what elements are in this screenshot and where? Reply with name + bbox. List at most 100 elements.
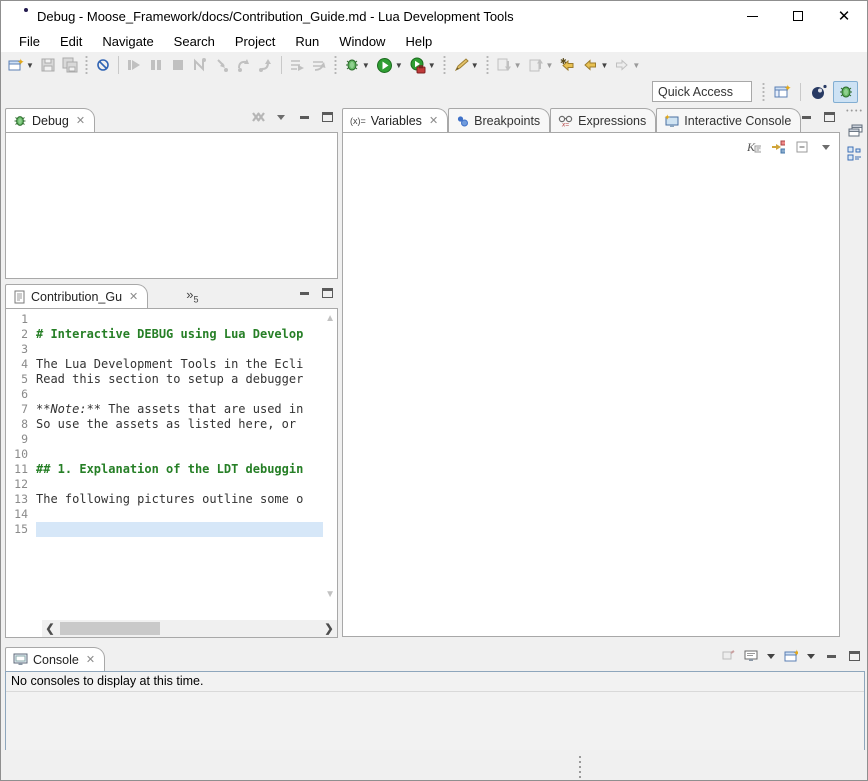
console-minimize-button[interactable] bbox=[824, 649, 838, 663]
console-content[interactable]: No consoles to display at this time. bbox=[5, 671, 865, 751]
editor-line-6[interactable]: 6 bbox=[6, 387, 323, 402]
debug-view-minimize-button[interactable] bbox=[297, 110, 311, 124]
editor-line-9[interactable]: 9 bbox=[6, 432, 323, 447]
editor-line-12[interactable]: 12 bbox=[6, 477, 323, 492]
external-tools-caret[interactable]: ▼ bbox=[428, 61, 436, 70]
console-tab[interactable]: Console ✕ bbox=[5, 647, 105, 671]
editor-line-14[interactable]: 14 bbox=[6, 507, 323, 522]
last-edit-location-button[interactable]: ✱ bbox=[557, 54, 578, 76]
open-console-caret[interactable] bbox=[807, 649, 815, 663]
back-button[interactable]: ▼ bbox=[580, 54, 610, 76]
tab-variables[interactable]: (x)= Variables ✕ bbox=[342, 108, 448, 132]
outline-view-button[interactable] bbox=[847, 146, 863, 161]
save-all-button[interactable] bbox=[60, 54, 80, 76]
open-console-button[interactable]: ✦ bbox=[784, 649, 798, 663]
tab-breakpoints[interactable]: Breakpoints bbox=[448, 108, 550, 132]
menu-file[interactable]: File bbox=[9, 32, 50, 52]
new-wizard-caret[interactable]: ▼ bbox=[26, 61, 34, 70]
trim-drag-handle[interactable]: •••• bbox=[846, 108, 864, 115]
restore-view-button[interactable] bbox=[848, 124, 863, 137]
lua-perspective-button[interactable] bbox=[806, 81, 831, 103]
menu-window[interactable]: Window bbox=[329, 32, 395, 52]
close-button[interactable]: ✕ bbox=[821, 1, 867, 31]
skip-all-breakpoints-button[interactable] bbox=[93, 54, 113, 76]
menu-project[interactable]: Project bbox=[225, 32, 285, 52]
editor-line-8[interactable]: 8So use the assets as listed here, or bbox=[6, 417, 323, 432]
close-icon[interactable]: ✕ bbox=[86, 653, 95, 666]
tab-expressions[interactable]: x= Expressions bbox=[550, 108, 656, 132]
collapse-all-button[interactable] bbox=[795, 140, 809, 154]
next-annotation-button: ▼ bbox=[494, 54, 524, 76]
show-type-names-button[interactable]: K bbox=[747, 140, 761, 154]
run-external-tools-button[interactable]: ▼ bbox=[407, 54, 438, 76]
editor-line-11[interactable]: 11## 1. Explanation of the LDT debuggin bbox=[6, 462, 323, 477]
new-wizard-button[interactable]: ✦ ▼ bbox=[6, 54, 36, 76]
menu-run[interactable]: Run bbox=[285, 32, 329, 52]
editor-line-10[interactable]: 10 bbox=[6, 447, 323, 462]
close-icon[interactable]: ✕ bbox=[76, 114, 85, 127]
editor-maximize-button[interactable] bbox=[320, 286, 334, 300]
toolbar-separator bbox=[485, 56, 490, 74]
display-console-caret[interactable] bbox=[767, 649, 775, 663]
editor-line-13[interactable]: 13The following pictures outline some o bbox=[6, 492, 323, 507]
line-text bbox=[36, 342, 323, 357]
menu-search[interactable]: Search bbox=[164, 32, 225, 52]
line-text bbox=[36, 447, 323, 462]
debug-view-maximize-button[interactable] bbox=[320, 110, 334, 124]
debug-caret[interactable]: ▼ bbox=[362, 61, 370, 70]
tab-interactive-console[interactable]: ✦ Interactive Console bbox=[656, 108, 801, 132]
close-icon[interactable]: ✕ bbox=[429, 114, 438, 127]
variables-view-menu-button[interactable] bbox=[819, 140, 833, 154]
status-drag-handle[interactable] bbox=[579, 756, 581, 778]
scroll-down-icon[interactable]: ▼ bbox=[325, 589, 335, 600]
previous-annotation-icon bbox=[528, 57, 544, 73]
menu-edit[interactable]: Edit bbox=[50, 32, 92, 52]
close-icon[interactable]: ✕ bbox=[129, 290, 138, 303]
editor-line-2[interactable]: 2# Interactive DEBUG using Lua Develop bbox=[6, 327, 323, 342]
variables-view-maximize-button[interactable] bbox=[822, 110, 836, 124]
quick-access-input[interactable] bbox=[652, 81, 752, 102]
open-perspective-button[interactable]: ✦ bbox=[770, 81, 795, 103]
line-text bbox=[36, 522, 323, 537]
menu-navigate[interactable]: Navigate bbox=[92, 32, 163, 52]
editor-line-5[interactable]: 5Read this section to setup a debugger bbox=[6, 372, 323, 387]
variables-view-minimize-button[interactable] bbox=[799, 110, 813, 124]
editor-overflow-chevron[interactable]: »5 bbox=[186, 287, 198, 305]
debug-view-content[interactable] bbox=[5, 132, 338, 279]
editor-line-1[interactable]: 1 bbox=[6, 312, 323, 327]
scroll-left-icon[interactable]: ❮ bbox=[42, 622, 58, 635]
editor-horizontal-scrollbar[interactable]: ❮ ❯ bbox=[42, 620, 337, 637]
highlighter-caret[interactable]: ▼ bbox=[471, 61, 479, 70]
editor-line-3[interactable]: 3 bbox=[6, 342, 323, 357]
editor-tab[interactable]: Contribution_Gu ✕ bbox=[5, 284, 148, 308]
editor-line-4[interactable]: 4The Lua Development Tools in the Ecli bbox=[6, 357, 323, 372]
display-selected-console-button[interactable] bbox=[744, 649, 758, 663]
scrollbar-track[interactable] bbox=[58, 620, 321, 637]
console-maximize-button[interactable] bbox=[847, 649, 861, 663]
debug-button[interactable]: ▼ bbox=[342, 54, 372, 76]
outline-view-icon bbox=[847, 146, 863, 161]
previous-annotation-button: ▼ bbox=[526, 54, 556, 76]
menu-help[interactable]: Help bbox=[395, 32, 442, 52]
editor-line-7[interactable]: 7**Note:** The assets that are used in bbox=[6, 402, 323, 417]
variables-view-content[interactable]: K bbox=[342, 132, 840, 637]
highlighter-button[interactable]: ▼ bbox=[451, 54, 481, 76]
show-logical-structures-button[interactable] bbox=[771, 140, 785, 154]
toolbar-separator bbox=[333, 56, 338, 74]
maximize-button[interactable] bbox=[775, 1, 821, 31]
scroll-right-icon[interactable]: ❯ bbox=[321, 622, 337, 635]
scrollbar-thumb[interactable] bbox=[60, 622, 160, 635]
scroll-up-icon[interactable]: ▲ bbox=[325, 313, 335, 324]
editor-content[interactable]: 1 2# Interactive DEBUG using Lua Develop… bbox=[5, 308, 338, 638]
run-button[interactable]: ▼ bbox=[374, 54, 405, 76]
run-caret[interactable]: ▼ bbox=[395, 61, 403, 70]
editor-line-15[interactable]: 15 bbox=[6, 522, 323, 537]
debug-perspective-button[interactable] bbox=[833, 81, 858, 103]
debug-view-menu-button[interactable] bbox=[274, 110, 288, 124]
debug-tab[interactable]: Debug ✕ bbox=[5, 108, 95, 132]
back-caret[interactable]: ▼ bbox=[600, 61, 608, 70]
line-number: 1 bbox=[6, 312, 36, 327]
editor-minimize-button[interactable] bbox=[297, 286, 311, 300]
save-button[interactable] bbox=[38, 54, 58, 76]
minimize-button[interactable] bbox=[729, 1, 775, 31]
